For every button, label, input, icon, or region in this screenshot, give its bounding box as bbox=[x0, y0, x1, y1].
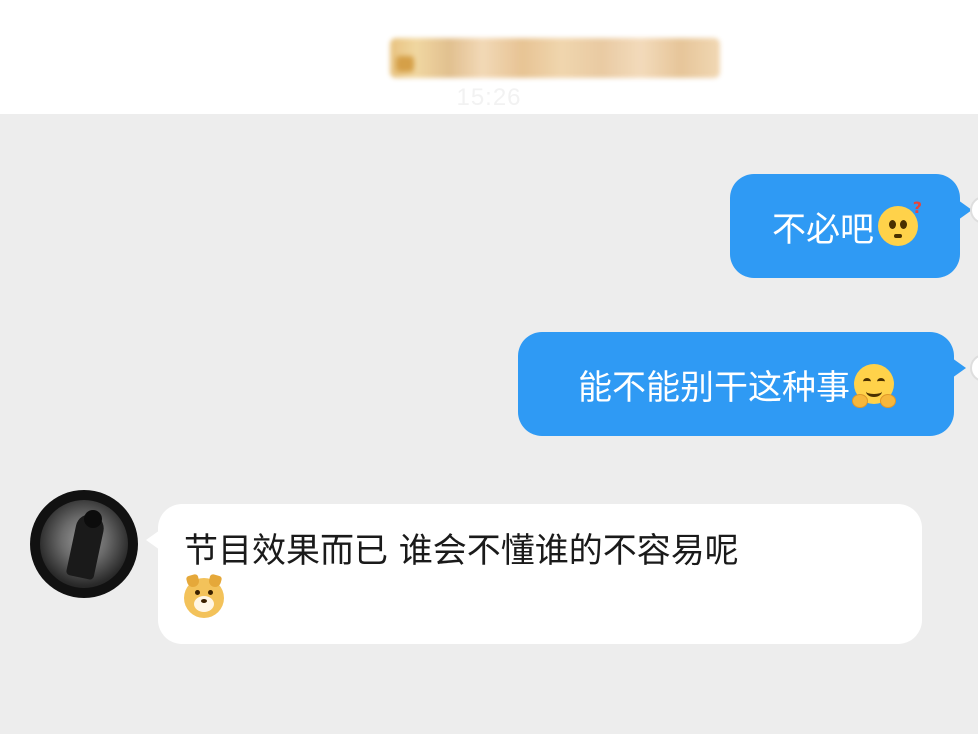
message-text: 不必吧 bbox=[772, 209, 874, 250]
contact-avatar[interactable] bbox=[30, 490, 138, 598]
message-text: 能不能别干这种事 bbox=[578, 367, 850, 408]
message-text: 节目效果而已 谁会不懂谁的不容易呢 bbox=[184, 531, 739, 571]
hugging-face-icon bbox=[852, 364, 896, 408]
message-timestamp: 15:26 bbox=[456, 84, 522, 111]
outgoing-message-bubble[interactable]: 能不能别干这种事 bbox=[518, 332, 966, 436]
confused-face-icon: ? bbox=[878, 198, 922, 246]
blurred-contact-title bbox=[390, 38, 720, 78]
chat-header: 15:26 bbox=[0, 0, 978, 114]
doge-face-icon bbox=[184, 573, 224, 618]
outgoing-message-bubble[interactable]: 不必吧 ? bbox=[730, 174, 972, 278]
message-status-indicator bbox=[970, 354, 978, 382]
incoming-message-bubble[interactable]: 节目效果而已 谁会不懂谁的不容易呢 bbox=[146, 504, 922, 644]
